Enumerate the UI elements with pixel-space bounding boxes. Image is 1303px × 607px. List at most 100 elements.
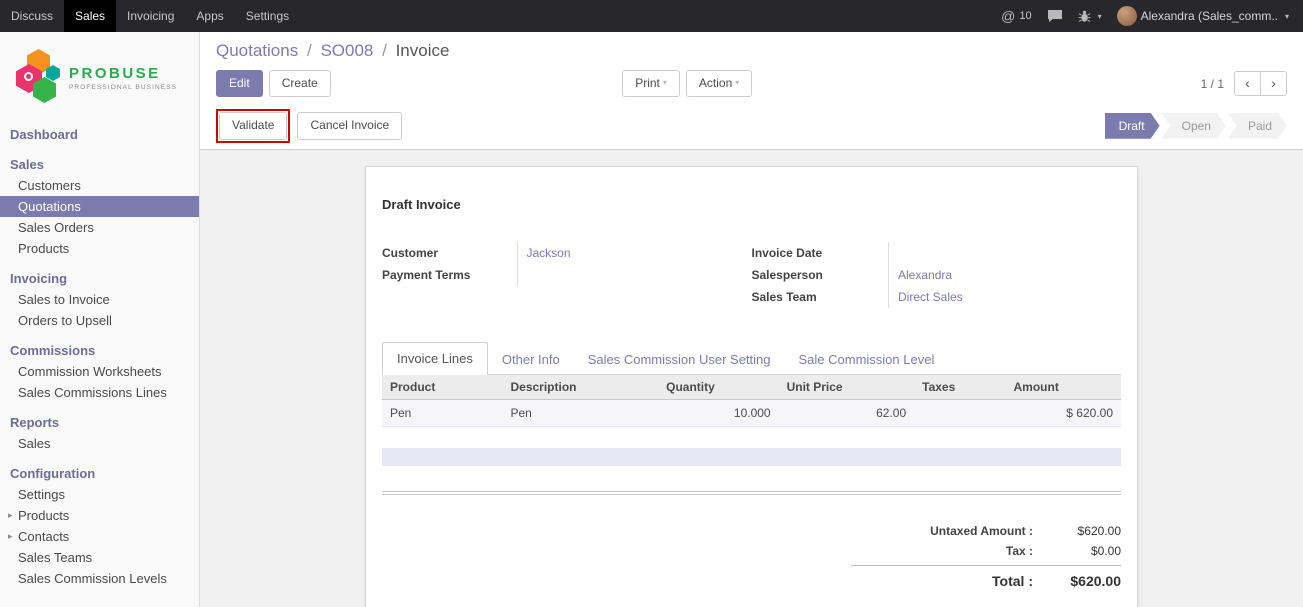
sidebar-heading-invoicing[interactable]: Invoicing bbox=[0, 268, 199, 289]
mentions-counter[interactable]: @ 10 bbox=[1001, 8, 1031, 24]
tab-other-info[interactable]: Other Info bbox=[488, 344, 574, 375]
pager-next-button[interactable]: › bbox=[1260, 71, 1287, 96]
column-amount[interactable]: Amount bbox=[1006, 375, 1122, 400]
caret-down-icon: ▾ bbox=[1285, 12, 1289, 21]
sidebar-item-config-products[interactable]: ▸Products bbox=[0, 505, 199, 526]
chevron-right-icon: ▸ bbox=[8, 510, 18, 521]
user-menu[interactable]: Alexandra (Sales_comm.. ▾ bbox=[1117, 6, 1289, 26]
messages-button[interactable] bbox=[1047, 9, 1063, 23]
pager: ‹ › bbox=[1234, 71, 1287, 96]
sidebar-item-label: Settings bbox=[18, 487, 65, 502]
action-menu-button[interactable]: Action▾ bbox=[686, 70, 752, 98]
logo-hexagons-icon bbox=[16, 49, 62, 107]
sidebar-section-invoicing: Invoicing Sales to Invoice Orders to Ups… bbox=[0, 268, 199, 331]
sidebar-heading-configuration[interactable]: Configuration bbox=[0, 463, 199, 484]
pager-previous-button[interactable]: ‹ bbox=[1234, 71, 1261, 96]
at-icon: @ bbox=[1001, 8, 1015, 24]
total-value: $620.00 bbox=[1033, 573, 1121, 589]
sidebar-item-label: Sales Commission Levels bbox=[18, 571, 167, 586]
field-groups: Customer Jackson Payment Terms bbox=[382, 242, 1121, 308]
sidebar-item-label: Quotations bbox=[18, 199, 81, 214]
column-description[interactable]: Description bbox=[502, 375, 658, 400]
tab-sale-commission-level[interactable]: Sale Commission Level bbox=[785, 344, 949, 375]
sidebar-item-quotations[interactable]: Quotations bbox=[0, 196, 199, 217]
breadcrumb-current: Invoice bbox=[396, 41, 450, 60]
column-unit-price[interactable]: Unit Price bbox=[779, 375, 915, 400]
brand-name: PROBUSE bbox=[69, 65, 177, 82]
menu-apps[interactable]: Apps bbox=[185, 0, 234, 32]
tab-invoice-lines[interactable]: Invoice Lines bbox=[382, 342, 488, 375]
probuse-logo: PROBUSE PROFESSIONAL BUSINESS bbox=[0, 32, 199, 124]
bug-icon bbox=[1078, 10, 1091, 23]
sidebar-item-sales-orders[interactable]: Sales Orders bbox=[0, 217, 199, 238]
validate-button[interactable]: Validate bbox=[219, 112, 287, 140]
menu-discuss[interactable]: Discuss bbox=[0, 0, 64, 32]
sidebar-item-sales-report[interactable]: Sales bbox=[0, 433, 199, 454]
edit-button[interactable]: Edit bbox=[216, 70, 263, 98]
sidebar-item-label: Commission Worksheets bbox=[18, 364, 162, 379]
chevron-right-icon: ▸ bbox=[8, 531, 18, 542]
tab-sales-commission-user-setting[interactable]: Sales Commission User Setting bbox=[574, 344, 785, 375]
status-paid[interactable]: Paid bbox=[1228, 113, 1287, 139]
cell-amount: $ 620.00 bbox=[1006, 399, 1122, 426]
sidebar-item-settings[interactable]: Settings bbox=[0, 484, 199, 505]
total-label: Total : bbox=[851, 573, 1033, 589]
cell-quantity: 10.000 bbox=[658, 399, 778, 426]
menu-settings[interactable]: Settings bbox=[235, 0, 300, 32]
top-navbar: Discuss Sales Invoicing Apps Settings @ … bbox=[0, 0, 1303, 32]
menu-invoicing[interactable]: Invoicing bbox=[116, 0, 185, 32]
column-taxes[interactable]: Taxes bbox=[914, 375, 1005, 400]
avatar bbox=[1117, 6, 1137, 26]
action-label: Action bbox=[699, 76, 732, 92]
application-window: Discuss Sales Invoicing Apps Settings @ … bbox=[0, 0, 1303, 607]
caret-down-icon: ▾ bbox=[735, 78, 739, 88]
customer-value[interactable]: Jackson bbox=[517, 242, 712, 264]
debug-menu-button[interactable]: ▾ bbox=[1078, 10, 1102, 23]
sales-team-value[interactable]: Direct Sales bbox=[889, 286, 1112, 308]
sidebar-item-label: Customers bbox=[18, 178, 81, 193]
invoice-lines-table: Product Description Quantity Unit Price … bbox=[382, 375, 1121, 427]
print-menu-button[interactable]: Print▾ bbox=[622, 70, 680, 98]
sidebar-section-sales: Sales Customers Quotations Sales Orders … bbox=[0, 154, 199, 259]
sidebar-item-sales-to-invoice[interactable]: Sales to Invoice bbox=[0, 289, 199, 310]
brand-tagline: PROFESSIONAL BUSINESS bbox=[69, 84, 177, 91]
breadcrumb-separator: / bbox=[303, 41, 316, 60]
invoice-date-label: Invoice Date bbox=[752, 242, 889, 264]
sidebar-item-config-contacts[interactable]: ▸Contacts bbox=[0, 526, 199, 547]
annotation-highlight-box: Validate bbox=[216, 109, 290, 143]
sidebar-item-products[interactable]: Products bbox=[0, 238, 199, 259]
sidebar-item-orders-to-upsell[interactable]: Orders to Upsell bbox=[0, 310, 199, 331]
invoice-date-value[interactable] bbox=[889, 242, 1112, 264]
cancel-invoice-button[interactable]: Cancel Invoice bbox=[297, 112, 402, 140]
notebook-tabs: Invoice Lines Other Info Sales Commissio… bbox=[382, 342, 1121, 375]
cell-product: Pen bbox=[382, 399, 502, 426]
sidebar-heading-commissions[interactable]: Commissions bbox=[0, 340, 199, 361]
salesperson-value[interactable]: Alexandra bbox=[889, 264, 1112, 286]
invoice-sheet: Draft Invoice Customer Jackson Payment T… bbox=[365, 166, 1138, 607]
status-open[interactable]: Open bbox=[1162, 113, 1226, 139]
table-header-row: Product Description Quantity Unit Price … bbox=[382, 375, 1121, 400]
systray: @ 10 ▾ Alexandra (Sales_comm.. ▾ bbox=[1001, 0, 1303, 32]
breadcrumb-quotations[interactable]: Quotations bbox=[216, 41, 298, 60]
sidebar-item-commission-worksheets[interactable]: Commission Worksheets bbox=[0, 361, 199, 382]
sidebar-item-sales-commissions-lines[interactable]: Sales Commissions Lines bbox=[0, 382, 199, 403]
sidebar-item-customers[interactable]: Customers bbox=[0, 175, 199, 196]
control-panel: Quotations / SO008 / Invoice Edit Create… bbox=[200, 32, 1303, 105]
mention-count: 10 bbox=[1019, 10, 1031, 22]
invoice-line-row[interactable]: Pen Pen 10.000 62.00 $ 620.00 bbox=[382, 399, 1121, 426]
payment-terms-value[interactable] bbox=[517, 264, 712, 286]
menu-sales[interactable]: Sales bbox=[64, 0, 116, 32]
column-quantity[interactable]: Quantity bbox=[658, 375, 778, 400]
column-product[interactable]: Product bbox=[382, 375, 502, 400]
sidebar-item-label: Products bbox=[18, 241, 69, 256]
sidebar-heading-sales[interactable]: Sales bbox=[0, 154, 199, 175]
create-button[interactable]: Create bbox=[269, 70, 331, 98]
sidebar-item-label: Orders to Upsell bbox=[18, 313, 112, 328]
sidebar-item-sales-teams[interactable]: Sales Teams bbox=[0, 547, 199, 568]
status-draft[interactable]: Draft bbox=[1105, 113, 1160, 139]
sidebar-item-sales-commission-levels[interactable]: Sales Commission Levels bbox=[0, 568, 199, 589]
breadcrumb-so008[interactable]: SO008 bbox=[320, 41, 373, 60]
caret-down-icon: ▾ bbox=[1098, 12, 1102, 21]
sidebar-item-dashboard[interactable]: Dashboard bbox=[0, 124, 199, 145]
sidebar-heading-reports[interactable]: Reports bbox=[0, 412, 199, 433]
